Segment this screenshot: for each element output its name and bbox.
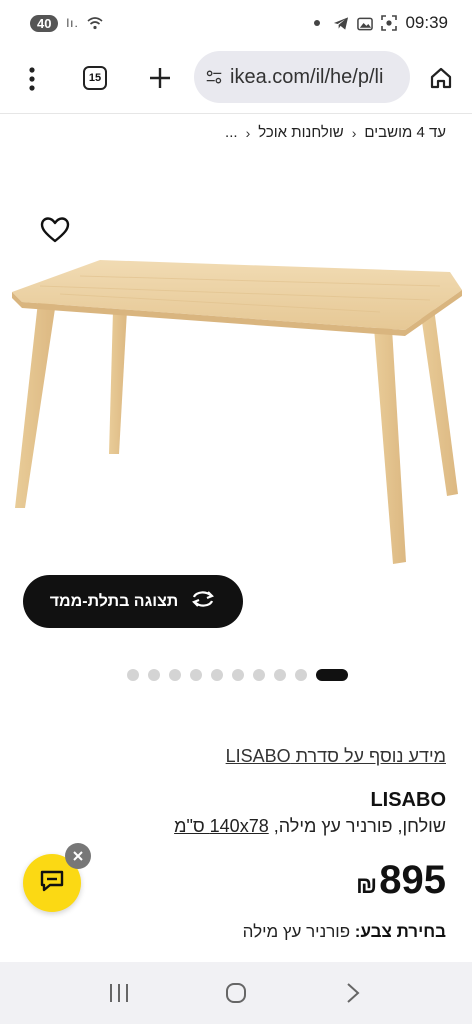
tabs-button[interactable]: 15 [80, 63, 110, 93]
home-icon[interactable] [426, 63, 456, 93]
product-size-link[interactable]: 140x78 ס"מ [174, 816, 269, 836]
carousel-dot[interactable] [295, 669, 307, 681]
carousel-dot[interactable] [274, 669, 286, 681]
telegram-icon [333, 15, 349, 31]
color-value: פורניר עץ מילה [242, 922, 351, 941]
color-selection[interactable]: בחירת צבע: פורניר עץ מילה [243, 922, 446, 942]
url-text: ikea.com/il/he/p/li [230, 65, 384, 88]
recent-apps-icon[interactable] [99, 973, 139, 1013]
carousel-dot[interactable] [253, 669, 265, 681]
site-settings-icon[interactable] [206, 69, 222, 85]
series-info-link[interactable]: מידע נוסף על סדרת LISABO [226, 746, 446, 767]
signal-indicator: lı. [66, 16, 79, 30]
carousel-dot[interactable] [169, 669, 181, 681]
carousel-dot[interactable] [190, 669, 202, 681]
clock: 09:39 [405, 13, 448, 32]
url-bar[interactable]: ikea.com/il/he/p/li [194, 51, 410, 103]
price-value: 895 [379, 858, 446, 902]
color-label: בחירת צבע: [354, 922, 446, 941]
breadcrumb-item-current[interactable]: עד 4 מושבים [364, 124, 446, 141]
carousel-dot[interactable] [211, 669, 223, 681]
status-left: 40 lı. [30, 14, 103, 32]
dot-icon [309, 15, 325, 31]
screenshot-icon [381, 15, 398, 31]
menu-dots-icon[interactable] [18, 64, 46, 94]
product-price: ₪ 895 [356, 858, 446, 903]
back-icon[interactable] [333, 973, 373, 1013]
view-3d-button[interactable]: תצוגה בתלת-ממד [23, 575, 243, 628]
breadcrumb-item-ellipsis[interactable]: ... [225, 124, 238, 141]
product-description: שולחן, פורניר עץ מילה, 140x78 ס"מ [174, 816, 446, 837]
breadcrumb-separator-icon: ‹ [351, 124, 357, 141]
tabs-icon: 15 [83, 66, 107, 90]
gallery-icon [357, 15, 374, 31]
view-3d-label: תצוגה בתלת-ממד [49, 592, 179, 610]
data-badge: 40 [30, 14, 59, 32]
product-name: LISABO [370, 789, 446, 811]
toolbar-divider [0, 113, 472, 114]
system-nav-bar [0, 962, 472, 1024]
carousel-dot[interactable] [148, 669, 160, 681]
close-icon[interactable] [65, 843, 91, 869]
home-button-icon[interactable] [216, 973, 256, 1013]
breadcrumb: עד 4 מושבים ‹ שולחנות אוכל ‹ ... [225, 124, 446, 141]
price-currency: ₪ [356, 872, 378, 899]
rotate-3d-icon [190, 589, 216, 614]
breadcrumb-separator-icon: ‹ [245, 124, 251, 141]
browser-toolbar: 15 ikea.com/il/he/p/li [0, 46, 472, 112]
plus-icon[interactable] [145, 63, 175, 93]
carousel-dots [127, 669, 348, 681]
status-right: 09:39 [309, 13, 448, 33]
carousel-dot-active[interactable] [316, 669, 348, 681]
carousel-dot[interactable] [127, 669, 139, 681]
chat-icon [39, 870, 65, 897]
status-bar: 40 lı. 09:39 [0, 0, 472, 46]
heart-icon[interactable] [40, 216, 70, 246]
wifi-icon [87, 15, 103, 31]
product-image[interactable] [0, 250, 472, 580]
carousel-dot[interactable] [232, 669, 244, 681]
breadcrumb-item-dining-tables[interactable]: שולחנות אוכל [258, 124, 343, 141]
product-description-text: שולחן, פורניר עץ מילה, [273, 816, 446, 836]
